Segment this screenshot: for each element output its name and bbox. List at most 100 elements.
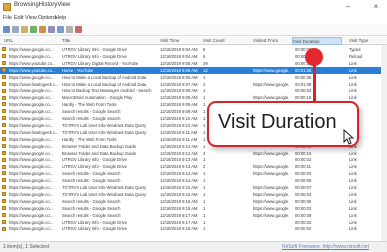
table-row[interactable]: https://www.google.co... How to Make a Lo…	[0, 74, 387, 81]
visit-duration-callout: Visit Duration	[207, 101, 359, 147]
column-header-visit-duration[interactable]: Visit Duration	[292, 37, 342, 45]
page-icon	[2, 164, 6, 169]
page-icon	[2, 67, 6, 72]
column-header-visit-type[interactable]: Visit Type	[349, 38, 381, 43]
table-row[interactable]: https://www.google.co... Search results -…	[0, 177, 387, 184]
column-header-title[interactable]: Title	[62, 38, 156, 43]
cell-type: Link	[349, 157, 357, 163]
table-row[interactable]: https://www.google.co... UTRGV Library In…	[0, 219, 387, 226]
cell-count: 1	[203, 95, 206, 101]
page-icon	[2, 226, 6, 231]
html-report-icon[interactable]	[39, 26, 46, 33]
cell-count: 5	[203, 47, 206, 52]
properties-icon[interactable]	[21, 26, 28, 33]
table-row[interactable]: https://www.google.co... Search results -…	[0, 198, 387, 205]
cell-type: Link	[349, 74, 357, 80]
cell-title: Hardly - The Web Form Tools	[62, 102, 117, 108]
page-icon	[2, 219, 6, 224]
table-row[interactable]: https://www.google.co... UTRGV Library In…	[0, 46, 387, 53]
table-header: URL Title Visit Time Visit Count Visited…	[0, 37, 387, 45]
search-icon[interactable]	[57, 26, 64, 33]
cell-time: 12/18/2019 9:14 AM	[160, 178, 198, 184]
menu-file[interactable]: File	[3, 15, 12, 21]
column-header-visit-time[interactable]: Visit Time	[160, 38, 200, 43]
refresh-icon[interactable]	[30, 26, 37, 33]
column-header-visited-from[interactable]: Visited From	[253, 38, 289, 43]
table-row[interactable]: https://www.youtube.co... Home - YouTube 1…	[0, 66, 387, 74]
about-icon[interactable]	[66, 26, 73, 33]
table-row[interactable]: https://www.google.co... How to Backup Te…	[0, 87, 387, 94]
cell-duration: 00:00:02	[295, 226, 312, 232]
app-icon	[3, 3, 11, 11]
page-icon	[2, 205, 6, 210]
column-header-visit-count[interactable]: Visit Count	[203, 38, 230, 43]
table-row[interactable]: https://www.google.co... TGTRV's Lab User…	[0, 184, 387, 191]
save-icon[interactable]	[3, 26, 10, 33]
page-icon	[2, 178, 6, 183]
column-header-url[interactable]: URL	[4, 38, 60, 43]
cell-count: 1	[203, 178, 206, 184]
page-icon	[2, 123, 6, 128]
cell-type: Typed	[349, 47, 361, 52]
cell-duration: 00:00:35	[295, 74, 312, 80]
table-row[interactable]: https://www.google.co... UTRGV Library In…	[0, 225, 387, 232]
cell-time: 12/18/2019 9:06 AM	[160, 67, 198, 73]
copy-icon[interactable]	[12, 26, 19, 33]
cell-url: https://www.google.co...	[9, 164, 54, 170]
filter-icon[interactable]	[48, 26, 55, 33]
table-row[interactable]: https://www.google.co... TGTRV's Lab User…	[0, 191, 387, 198]
cell-url: https://www.google.co...	[9, 171, 54, 177]
cell-title: UTRGV Library Info - Google Drive	[62, 47, 127, 52]
close-button[interactable]: ×	[370, 2, 382, 12]
exit-icon[interactable]	[75, 26, 82, 33]
cell-title: Search results - Google Search	[62, 116, 121, 121]
cell-from: https://www.google...	[253, 67, 289, 73]
table-row[interactable]: https://www.google.co... UTRGV Library In…	[0, 163, 387, 170]
callout-pointer-dot	[305, 48, 323, 66]
cell-time: 12/18/2019 9:04 AM	[160, 53, 198, 59]
title-bar: BrowsingHistoryView – ×	[0, 0, 387, 14]
minimize-button[interactable]: –	[342, 2, 354, 12]
page-icon	[2, 157, 6, 162]
table-row[interactable]: https://www.google.co... Search results -…	[0, 212, 387, 219]
cell-type: Link	[349, 185, 357, 190]
cell-url: https://www.google.co...	[9, 191, 54, 197]
cell-time: 12/18/2019 9:07 AM	[160, 81, 198, 87]
table-row[interactable]: https://www.google.co... Browser Folder a…	[0, 150, 387, 157]
cell-title: TGTRV's Lab User Info-Windows Data Query	[62, 191, 147, 197]
table-row[interactable]: https://www.google.co... UTRGV Library In…	[0, 156, 387, 163]
cell-url: https://www.howtogeek.c...	[9, 129, 59, 135]
cell-type: Link	[349, 212, 357, 218]
cell-url: https://www.google.co...	[9, 47, 54, 52]
cell-type: Link	[349, 191, 357, 197]
menu-edit[interactable]: Edit	[14, 15, 23, 21]
table-row[interactable]: https://www.google.co... Search results -…	[0, 205, 387, 212]
cell-duration: 00:00:04	[295, 88, 312, 94]
cell-time: 12/18/2019 9:10 AM	[160, 116, 198, 121]
table-row[interactable]: https://www.google.co... Search results -…	[0, 170, 387, 177]
cell-time: 12/18/2019 9:15 AM	[160, 185, 198, 190]
vertical-scrollbar[interactable]	[381, 45, 387, 241]
nirsoft-link[interactable]: NirSoft Freeware. http://www.nirsoft.net	[282, 244, 369, 250]
cell-type: Link	[349, 81, 357, 87]
table-row[interactable]: https://www.google.co... UTRGV Library In…	[0, 53, 387, 60]
cell-count: 1	[203, 191, 206, 197]
cell-url: https://www.google.co...	[9, 88, 54, 94]
menu-help[interactable]: Help	[55, 15, 66, 21]
page-icon	[2, 130, 6, 135]
page-icon	[2, 150, 6, 155]
page-icon	[2, 136, 6, 141]
cell-type: Link	[349, 178, 357, 184]
cell-time: 12/18/2019 9:12 AM	[160, 143, 198, 149]
cell-title: TGTRV's Lab User Info-Windows Data Query	[62, 185, 147, 190]
table-row[interactable]: https://www.youtube.co... UTRGV Library D…	[0, 60, 387, 67]
menu-view[interactable]: View	[25, 15, 37, 21]
cell-count: 3	[203, 150, 206, 156]
cell-title: Home - YouTube	[62, 67, 94, 73]
cell-title: Search results - Google Search	[62, 212, 121, 218]
cell-time: 12/18/2019 9:17 AM	[160, 212, 198, 218]
table-row[interactable]: https://www.howtogeek.c... How to Make a …	[0, 81, 387, 88]
cell-count: 1	[203, 226, 206, 232]
cell-url: https://www.google.co...	[9, 95, 54, 101]
cell-title: Search results - Google Search	[62, 109, 121, 115]
